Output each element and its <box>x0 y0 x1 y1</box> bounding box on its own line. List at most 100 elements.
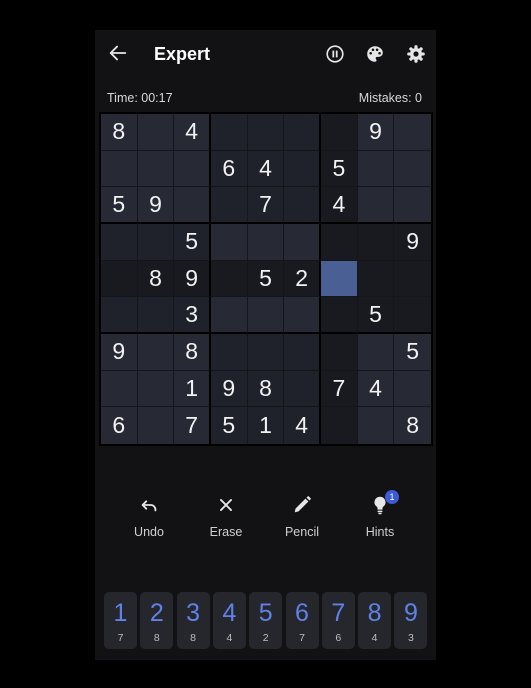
sudoku-cell[interactable] <box>137 114 175 151</box>
sudoku-cell[interactable] <box>137 334 175 371</box>
number-key-4[interactable]: 44 <box>212 592 246 649</box>
sudoku-cell[interactable]: 8 <box>247 370 285 408</box>
sudoku-cell[interactable] <box>137 297 175 334</box>
sudoku-cell[interactable] <box>101 370 138 408</box>
sudoku-cell[interactable] <box>284 297 321 334</box>
number-key-remaining: 2 <box>262 632 269 644</box>
undo-button[interactable]: Undo <box>114 494 184 539</box>
sudoku-cell[interactable] <box>211 114 248 151</box>
sudoku-cell[interactable]: 5 <box>357 297 395 334</box>
sudoku-cell[interactable]: 1 <box>174 370 211 408</box>
sudoku-cell[interactable]: 3 <box>174 297 211 334</box>
sudoku-cell[interactable]: 8 <box>394 407 432 445</box>
sudoku-cell[interactable] <box>101 224 138 261</box>
number-key-8[interactable]: 84 <box>358 592 392 649</box>
sudoku-cell[interactable] <box>321 334 358 371</box>
sudoku-cell[interactable]: 5 <box>174 224 211 261</box>
sudoku-cell[interactable] <box>394 260 432 298</box>
sudoku-cell[interactable]: 4 <box>321 187 358 224</box>
sudoku-cell[interactable] <box>321 297 358 334</box>
sudoku-cell[interactable]: 9 <box>394 224 432 261</box>
sudoku-cell[interactable] <box>357 150 395 188</box>
sudoku-cell[interactable] <box>211 334 248 371</box>
sudoku-cell[interactable]: 8 <box>174 334 211 371</box>
sudoku-cell[interactable] <box>394 297 432 334</box>
sudoku-cell[interactable]: 4 <box>357 370 395 408</box>
sudoku-cell[interactable] <box>211 224 248 261</box>
sudoku-cell[interactable]: 5 <box>247 260 285 298</box>
sudoku-cell[interactable] <box>137 224 175 261</box>
sudoku-cell[interactable]: 4 <box>247 150 285 188</box>
number-key-6[interactable]: 67 <box>285 592 319 649</box>
sudoku-cell[interactable] <box>321 260 358 298</box>
sudoku-cell[interactable]: 2 <box>284 260 321 298</box>
sudoku-cell[interactable] <box>321 114 358 151</box>
sudoku-cell[interactable]: 9 <box>357 114 395 151</box>
sudoku-cell[interactable] <box>394 187 432 224</box>
sudoku-cell[interactable]: 9 <box>137 187 175 224</box>
sudoku-cell[interactable] <box>101 297 138 334</box>
pencil-button[interactable]: Pencil <box>267 494 337 539</box>
sudoku-cell[interactable] <box>247 297 285 334</box>
sudoku-cell[interactable] <box>394 150 432 188</box>
sudoku-cell[interactable] <box>137 407 175 445</box>
sudoku-cell[interactable] <box>357 407 395 445</box>
sudoku-cell[interactable]: 7 <box>174 407 211 445</box>
palette-icon[interactable] <box>364 43 386 65</box>
number-key-2[interactable]: 28 <box>140 592 174 649</box>
sudoku-cell[interactable]: 5 <box>211 407 248 445</box>
sudoku-cell[interactable] <box>247 224 285 261</box>
sudoku-cell[interactable] <box>357 187 395 224</box>
sudoku-cell[interactable] <box>321 224 358 261</box>
hints-button[interactable]: 1 Hints <box>345 490 415 539</box>
gear-icon[interactable] <box>405 43 427 65</box>
number-key-5[interactable]: 52 <box>249 592 283 649</box>
sudoku-cell[interactable] <box>247 334 285 371</box>
number-key-7[interactable]: 76 <box>321 592 355 649</box>
sudoku-cell[interactable] <box>284 224 321 261</box>
sudoku-cell[interactable]: 5 <box>321 150 358 188</box>
sudoku-cell[interactable] <box>357 224 395 261</box>
sudoku-cell[interactable] <box>357 334 395 371</box>
sudoku-cell[interactable]: 7 <box>321 370 358 408</box>
erase-button[interactable]: Erase <box>191 494 261 539</box>
sudoku-cell[interactable]: 9 <box>174 260 211 298</box>
sudoku-cell[interactable] <box>284 114 321 151</box>
sudoku-cell[interactable]: 9 <box>211 370 248 408</box>
sudoku-cell[interactable] <box>284 150 321 188</box>
sudoku-cell[interactable] <box>137 150 175 188</box>
hints-label: Hints <box>365 525 395 539</box>
sudoku-cell[interactable] <box>321 407 358 445</box>
number-key-1[interactable]: 17 <box>104 592 137 649</box>
sudoku-cell[interactable] <box>394 114 432 151</box>
number-key-3[interactable]: 38 <box>176 592 210 649</box>
sudoku-cell[interactable] <box>284 187 321 224</box>
sudoku-cell[interactable]: 5 <box>394 334 432 371</box>
sudoku-cell[interactable]: 8 <box>137 260 175 298</box>
arrow-left-icon[interactable] <box>107 42 129 64</box>
sudoku-cell[interactable]: 5 <box>101 187 138 224</box>
sudoku-cell[interactable] <box>211 260 248 298</box>
number-key-9[interactable]: 93 <box>394 592 428 649</box>
sudoku-cell[interactable] <box>101 150 138 188</box>
sudoku-cell[interactable] <box>174 150 211 188</box>
sudoku-cell[interactable] <box>211 297 248 334</box>
sudoku-cell[interactable]: 7 <box>247 187 285 224</box>
sudoku-cell[interactable] <box>211 187 248 224</box>
sudoku-cell[interactable]: 6 <box>211 150 248 188</box>
sudoku-cell[interactable]: 6 <box>101 407 138 445</box>
sudoku-cell[interactable]: 1 <box>247 407 285 445</box>
sudoku-cell[interactable] <box>284 334 321 371</box>
sudoku-cell[interactable] <box>137 370 175 408</box>
sudoku-cell[interactable] <box>394 370 432 408</box>
sudoku-cell[interactable] <box>357 260 395 298</box>
pause-icon[interactable] <box>324 43 346 65</box>
sudoku-cell[interactable] <box>284 370 321 408</box>
sudoku-cell[interactable] <box>247 114 285 151</box>
sudoku-cell[interactable] <box>101 260 138 298</box>
sudoku-cell[interactable] <box>174 187 211 224</box>
sudoku-cell[interactable]: 9 <box>101 334 138 371</box>
sudoku-cell[interactable]: 8 <box>101 114 138 151</box>
sudoku-cell[interactable]: 4 <box>174 114 211 151</box>
sudoku-cell[interactable]: 4 <box>284 407 321 445</box>
